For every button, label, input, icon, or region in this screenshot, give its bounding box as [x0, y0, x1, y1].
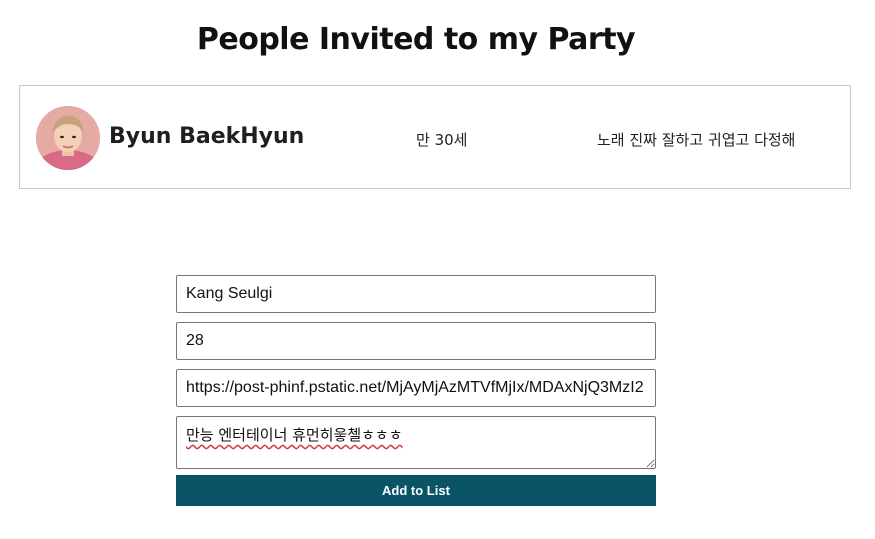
name-input[interactable] [176, 275, 656, 313]
guest-list: Byun BaekHyun 만 30세 노래 진짜 잘하고 귀엽고 다정해 [19, 85, 851, 189]
guest-age: 만 30세 [416, 131, 468, 149]
image-url-input[interactable] [176, 369, 656, 407]
list-item: Byun BaekHyun 만 30세 노래 진짜 잘하고 귀엽고 다정해 [20, 86, 850, 188]
age-input[interactable] [176, 322, 656, 360]
add-guest-form: 만능 엔터테이너 휴먼히읗첼ㅎㅎㅎ Add to List [176, 275, 656, 506]
guest-note: 노래 진짜 잘하고 귀엽고 다정해 [597, 131, 796, 149]
avatar [36, 106, 100, 170]
guest-name: Byun BaekHyun [109, 124, 305, 149]
page-title: People Invited to my Party [196, 22, 636, 57]
note-textarea[interactable]: 만능 엔터테이너 휴먼히읗첼ㅎㅎㅎ [176, 416, 656, 469]
add-to-list-button[interactable]: Add to List [176, 475, 656, 506]
